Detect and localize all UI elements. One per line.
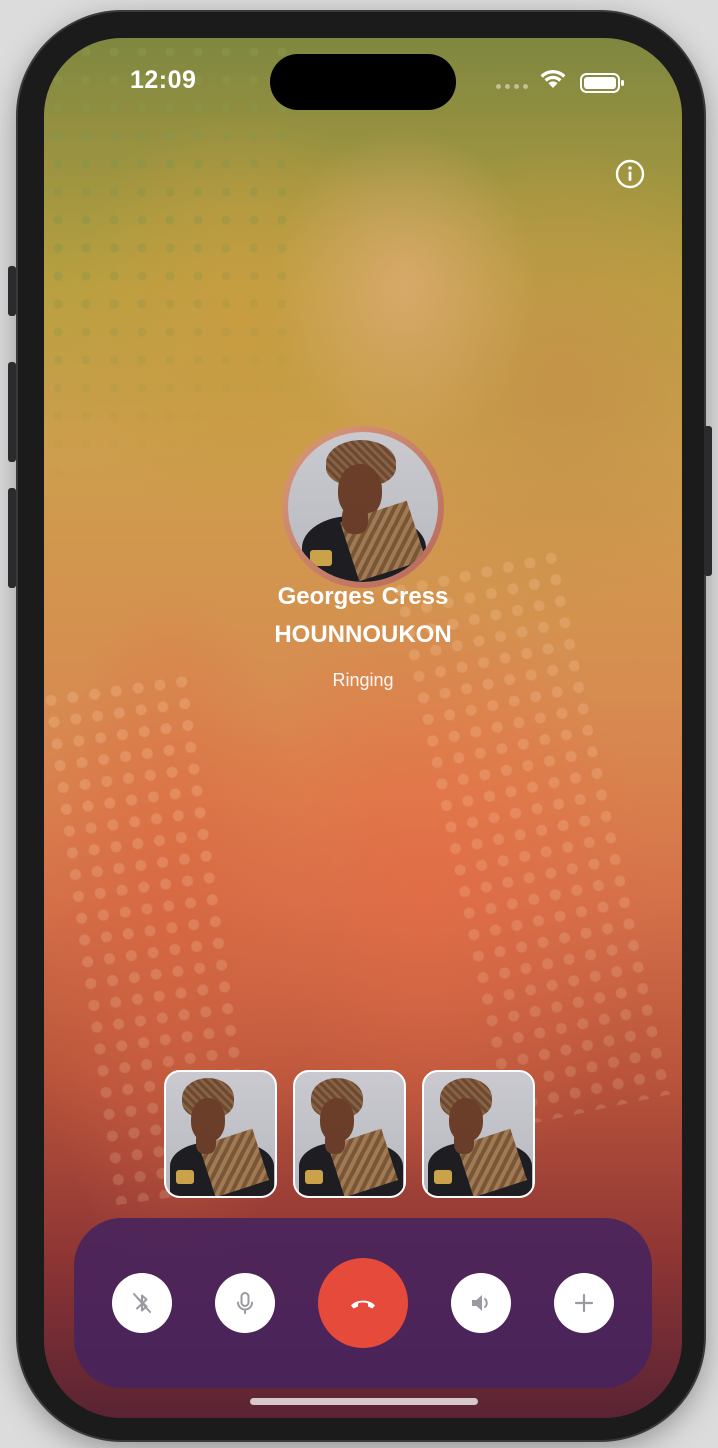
volume-up-button [8, 362, 16, 462]
action-button [8, 266, 16, 316]
bluetooth-button[interactable] [112, 1273, 172, 1333]
status-time: 12:09 [130, 66, 197, 94]
add-participant-button[interactable] [554, 1273, 614, 1333]
battery-icon [580, 73, 624, 93]
cellular-signal-icon [496, 84, 528, 89]
bluetooth-off-icon [133, 1293, 151, 1313]
caller-avatar-ring [282, 426, 444, 588]
mute-button[interactable] [215, 1273, 275, 1333]
call-control-bar [74, 1218, 652, 1388]
caller-name: Georges Cress HOUNNOUKON [44, 578, 682, 654]
participant-thumbnails [164, 1070, 535, 1198]
speaker-button[interactable] [451, 1273, 511, 1333]
call-status: Ringing [332, 670, 394, 690]
participant-thumbnail[interactable] [293, 1070, 406, 1198]
wifi-icon [540, 70, 566, 88]
speaker-icon [472, 1295, 488, 1311]
power-button [704, 426, 712, 576]
caller-name-line-1: Georges Cress [277, 583, 449, 610]
status-bar: 12:09 [44, 38, 682, 128]
home-indicator[interactable] [250, 1398, 478, 1405]
caller-name-line-2: HOUNNOUKON [274, 621, 452, 648]
info-icon[interactable] [614, 158, 646, 190]
dynamic-island [270, 54, 456, 110]
end-call-icon [351, 1300, 375, 1309]
participant-thumbnail[interactable] [164, 1070, 277, 1198]
end-call-button[interactable] [318, 1258, 408, 1348]
volume-down-button [8, 488, 16, 588]
participant-thumbnail[interactable] [422, 1070, 535, 1198]
background-overlay [44, 38, 682, 1418]
call-screen: 12:09 Georges Cress HOUNNOUKON Ringing [44, 38, 682, 1418]
microphone-icon [237, 1292, 253, 1314]
plus-icon [574, 1293, 594, 1313]
caller-avatar [288, 432, 438, 582]
